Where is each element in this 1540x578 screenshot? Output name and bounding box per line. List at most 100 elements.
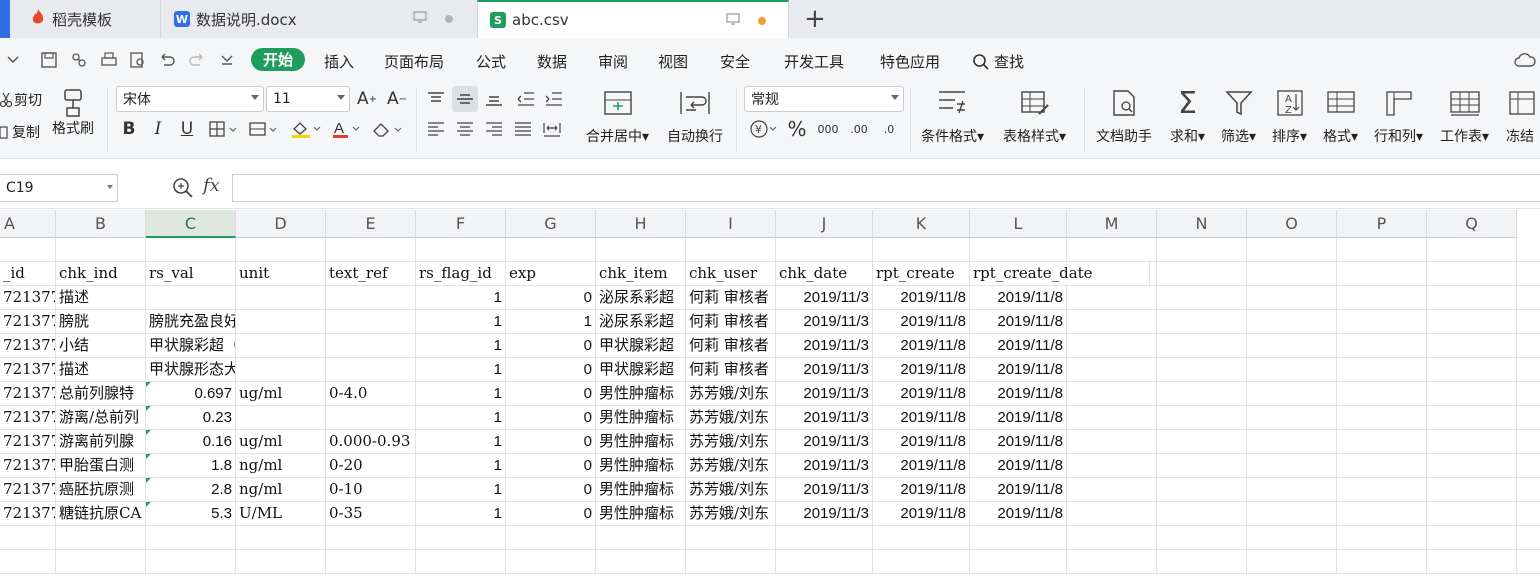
redo-icon[interactable] xyxy=(186,49,208,71)
grid-cell[interactable]: 何莉 审核者 xyxy=(686,334,776,357)
grid-cell[interactable] xyxy=(1157,358,1247,381)
grid-cell[interactable] xyxy=(776,550,873,573)
cloud-sync-icon[interactable] xyxy=(1514,49,1536,71)
grid-cell[interactable]: 何莉 审核者 xyxy=(686,286,776,309)
undo-icon[interactable] xyxy=(156,49,178,71)
grid-cell[interactable]: 何莉 审核者 xyxy=(686,358,776,381)
grid-cell[interactable] xyxy=(1067,358,1157,381)
name-box[interactable]: C19 xyxy=(0,174,118,202)
grid-cell[interactable]: 0 xyxy=(506,406,596,429)
spreadsheet-grid[interactable]: A B C D E F G H I J K L M N O P Q _id chk_ind rs_val unit tex… xyxy=(0,210,1540,578)
bold-icon[interactable]: B xyxy=(118,118,140,140)
grid-cell[interactable]: 2019/11/3 xyxy=(776,502,873,525)
grid-cell[interactable]: 描述 xyxy=(56,286,146,309)
grid-cell[interactable]: 膀胱充盈良好，壁光滑，延续性好 xyxy=(146,310,236,333)
fx-icon[interactable]: fx xyxy=(203,175,220,196)
grid-cell[interactable] xyxy=(236,406,326,429)
grid-cell[interactable]: 2019/11/8 xyxy=(970,430,1067,453)
grid-cell[interactable]: 2019/11/8 xyxy=(873,478,970,501)
grid-cell[interactable] xyxy=(0,238,56,261)
grid-cell[interactable]: 小结 xyxy=(56,334,146,357)
grid-cell[interactable]: 0.697 xyxy=(146,382,236,405)
grid-cell[interactable] xyxy=(326,238,416,261)
grid-cell[interactable]: chk_date xyxy=(776,262,873,285)
copy-button[interactable]: 复制 xyxy=(0,122,40,142)
grid-cell[interactable]: 2019/11/8 xyxy=(970,334,1067,357)
grid-cell[interactable]: 721377 xyxy=(0,502,56,525)
grid-cell[interactable]: 0.23 xyxy=(146,406,236,429)
grid-cell[interactable]: 男性肿瘤标 xyxy=(596,478,686,501)
font-color-icon[interactable]: A xyxy=(330,118,362,140)
grid-cell[interactable] xyxy=(1247,430,1337,453)
grid-cell[interactable] xyxy=(1247,286,1337,309)
grid-cell[interactable] xyxy=(970,238,1067,261)
grid-cell[interactable] xyxy=(416,238,506,261)
increase-decimal-icon[interactable]: .00 xyxy=(846,118,872,140)
grid-cell[interactable]: 1 xyxy=(416,286,506,309)
grid-cell[interactable]: 苏芳娥/刘东 xyxy=(686,478,776,501)
grid-cell[interactable]: 2.8 xyxy=(146,478,236,501)
grid-cell[interactable]: chk_ind xyxy=(56,262,146,285)
increase-indent-icon[interactable] xyxy=(542,88,566,110)
grid-cell[interactable]: 2019/11/3 xyxy=(776,310,873,333)
grid-cell[interactable]: 2019/11/8 xyxy=(873,358,970,381)
grid-cell[interactable] xyxy=(326,550,416,573)
grid-cell[interactable] xyxy=(236,238,326,261)
grid-cell[interactable]: 1 xyxy=(416,310,506,333)
grid-cell[interactable]: 721377 xyxy=(0,310,56,333)
grid-cell[interactable] xyxy=(1427,334,1517,357)
grid-cell[interactable] xyxy=(1067,382,1157,405)
format-button[interactable]: 格式▾ xyxy=(1323,86,1358,146)
grid-cell[interactable] xyxy=(236,550,326,573)
grid-cell[interactable] xyxy=(1067,310,1157,333)
grid-cell[interactable]: 1 xyxy=(416,430,506,453)
grid-cell[interactable] xyxy=(1067,334,1157,357)
grid-cell[interactable]: 1 xyxy=(416,382,506,405)
grid-cell[interactable]: 0.16 xyxy=(146,430,236,453)
fill-color-icon[interactable] xyxy=(288,118,324,140)
grid-cell[interactable]: 1.8 xyxy=(146,454,236,477)
grid-cell[interactable] xyxy=(1157,454,1247,477)
export-icon[interactable] xyxy=(68,49,90,71)
column-header[interactable]: E xyxy=(326,210,416,238)
number-format-select[interactable]: 常规 xyxy=(744,86,904,112)
monitor-icon[interactable] xyxy=(726,13,740,29)
grid-cell[interactable]: ug/ml xyxy=(236,430,326,453)
eraser-icon[interactable] xyxy=(370,118,404,140)
grid-cell[interactable]: 男性肿瘤标 xyxy=(596,454,686,477)
grid-cell[interactable] xyxy=(0,526,56,549)
grid-cell[interactable]: 何莉 审核者 xyxy=(686,310,776,333)
tab-csv-active[interactable]: S abc.csv xyxy=(477,0,789,38)
borders-icon[interactable] xyxy=(206,118,240,140)
grid-cell[interactable] xyxy=(1157,334,1247,357)
grid-cell[interactable] xyxy=(596,238,686,261)
grid-cell[interactable]: 721377 xyxy=(0,406,56,429)
column-header[interactable]: Q xyxy=(1427,210,1517,238)
tab-template[interactable]: 稻壳模板 xyxy=(10,0,158,38)
grid-cell[interactable]: chk_item xyxy=(596,262,686,285)
column-header[interactable]: C xyxy=(146,210,236,238)
grid-cell[interactable]: 0-10 xyxy=(326,478,416,501)
percent-icon[interactable]: % xyxy=(786,117,808,141)
grid-cell[interactable] xyxy=(1157,406,1247,429)
grid-cell[interactable]: ug/ml xyxy=(236,382,326,405)
grid-cell[interactable]: 2019/11/8 xyxy=(970,382,1067,405)
grid-cell[interactable] xyxy=(1067,238,1157,261)
grid-cell[interactable]: 泌尿系彩超 xyxy=(596,310,686,333)
decrease-indent-icon[interactable] xyxy=(514,88,538,110)
align-center-icon[interactable] xyxy=(453,118,477,140)
grid-cell[interactable] xyxy=(0,550,56,573)
tab-view[interactable]: 视图 xyxy=(658,51,688,72)
format-painter-button[interactable]: 格式刷 xyxy=(52,86,94,138)
grid-cell[interactable] xyxy=(873,526,970,549)
tab-data[interactable]: 数据 xyxy=(537,51,567,72)
grid-cell[interactable]: 游离/总前列 xyxy=(56,406,146,429)
grid-cell[interactable] xyxy=(1427,502,1517,525)
grid-cell[interactable]: 0 xyxy=(506,454,596,477)
grid-cell[interactable] xyxy=(506,238,596,261)
grid-cell[interactable]: 721377 xyxy=(0,454,56,477)
grid-cell[interactable]: rpt_create_date xyxy=(970,262,1150,285)
grid-cell[interactable]: 2019/11/8 xyxy=(873,334,970,357)
grid-cell[interactable]: 2019/11/8 xyxy=(873,310,970,333)
grid-cell[interactable]: 1 xyxy=(416,454,506,477)
